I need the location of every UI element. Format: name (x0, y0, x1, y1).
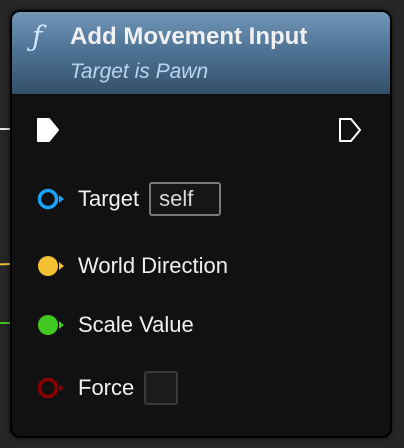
force-pin-row: Force (36, 371, 179, 405)
node-title: Add Movement Input (70, 23, 308, 50)
function-icon: ƒ (32, 20, 43, 53)
force-pin-icon[interactable] (36, 376, 66, 400)
target-value-field[interactable]: self (149, 182, 222, 216)
scale-value-pin-row: Scale Value (36, 309, 194, 341)
scale-value-label: Scale Value (78, 312, 194, 337)
node-header[interactable]: ƒ Add Movement Input Target is Pawn (12, 12, 390, 95)
world-direction-pin-icon[interactable] (36, 254, 66, 278)
target-label: Target (78, 186, 140, 211)
world-direction-label: World Direction (78, 253, 228, 278)
world-direction-pin-row: World Direction (36, 250, 228, 282)
exec-out-pin-icon[interactable] (338, 117, 362, 143)
node-subtitle: Target is Pawn (70, 60, 209, 83)
force-checkbox[interactable] (144, 371, 179, 405)
target-pin-row: Target self (36, 182, 222, 216)
blueprint-graph-canvas[interactable]: ƒ Add Movement Input Target is Pawn Targ… (0, 0, 404, 448)
target-pin-icon[interactable] (36, 187, 66, 211)
scale-value-pin-icon[interactable] (36, 313, 66, 337)
exec-in-pin-icon[interactable] (36, 117, 60, 143)
force-label: Force (78, 375, 135, 400)
add-movement-input-node[interactable]: ƒ Add Movement Input Target is Pawn Targ… (10, 10, 392, 438)
